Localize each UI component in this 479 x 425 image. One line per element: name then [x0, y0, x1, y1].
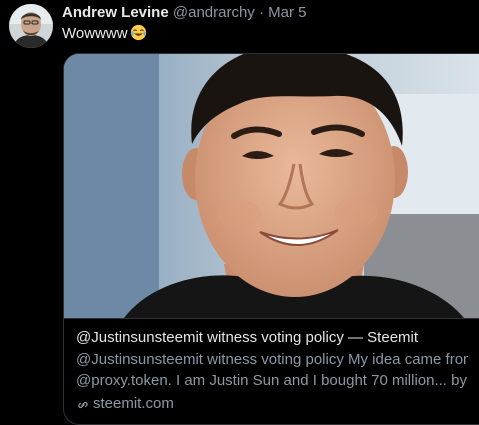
link-preview-card[interactable]: @Justinsunsteemit witness voting policy … — [63, 53, 479, 425]
portrait-photo-icon — [64, 54, 479, 318]
card-description-line-2: @proxy.token. I am Justin Sun and I boug… — [76, 372, 468, 389]
tweet-text: Wowwww — [62, 24, 147, 43]
tweet-date[interactable]: Mar 5 — [268, 4, 306, 21]
card-domain: steemit.com — [76, 393, 468, 414]
tweet-text-content: Wowwww — [62, 25, 128, 42]
author-name[interactable]: Andrew Levine — [62, 4, 169, 21]
tweet-header: Andrew Levine @andrarchy · Mar 5 — [62, 3, 471, 22]
card-image[interactable] — [64, 54, 479, 318]
separator-dot: · — [258, 4, 264, 21]
card-info[interactable]: @Justinsunsteemit witness voting policy … — [64, 318, 479, 424]
link-icon — [76, 397, 90, 411]
author-handle[interactable]: @andrarchy — [173, 4, 255, 21]
card-title: @Justinsunsteemit witness voting policy … — [76, 329, 419, 346]
card-description-line-1: @Justinsunsteemit witness voting policy … — [76, 351, 468, 368]
avatar[interactable] — [9, 4, 53, 48]
face-with-tears-of-joy-emoji-icon — [130, 24, 147, 41]
avatar-portrait-icon — [9, 4, 53, 48]
card-domain-text: steemit.com — [93, 395, 174, 412]
